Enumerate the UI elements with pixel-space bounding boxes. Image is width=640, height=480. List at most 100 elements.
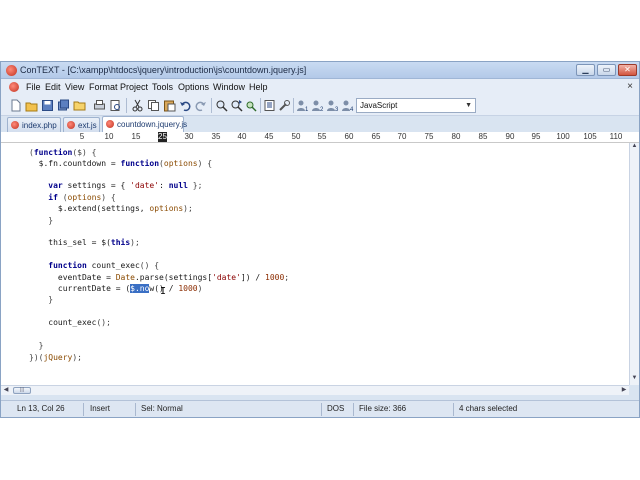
scroll-down-icon[interactable]: ▼ — [630, 375, 639, 385]
code-line-6: $.extend(settings, options); — [29, 204, 193, 213]
ruler-number: 80 — [451, 132, 461, 141]
menu-window[interactable]: Window — [213, 82, 245, 92]
vertical-scrollbar[interactable]: ▲ ▼ — [629, 143, 639, 385]
close-button[interactable]: ✕ — [618, 64, 637, 76]
screen-top-band — [0, 0, 640, 61]
user-command-3-icon[interactable]: 3 — [326, 99, 339, 112]
save-all-icon[interactable] — [57, 99, 70, 112]
code-editor[interactable]: (function($) { $.fn.countdown = function… — [1, 143, 629, 385]
ruler-number: 50 — [291, 132, 301, 141]
toolbar-separator — [126, 98, 127, 113]
menu-tools[interactable]: Tools — [152, 82, 173, 92]
svg-text:3: 3 — [335, 107, 339, 112]
cut-icon[interactable] — [131, 99, 144, 112]
menu-help[interactable]: Help — [249, 82, 268, 92]
tab-countdown-jquery-js[interactable]: countdown.jquery.js — [102, 116, 187, 132]
svg-text:2: 2 — [320, 107, 324, 112]
scroll-up-icon[interactable]: ▲ — [630, 143, 639, 153]
screen-bottom-band — [0, 418, 640, 480]
menu-file[interactable]: File — [26, 82, 41, 92]
text-cursor-icon: I — [160, 286, 167, 297]
code-line-16: count_exec(); — [29, 318, 111, 327]
ruler-number: 60 — [344, 132, 354, 141]
code-line-11: function count_exec() { — [48, 261, 160, 270]
minimize-button[interactable]: ▁ — [576, 64, 595, 76]
ruler-number: 70 — [397, 132, 407, 141]
status-separator — [453, 403, 454, 416]
toolbar-separator — [211, 98, 212, 113]
ruler-number: 35 — [211, 132, 221, 141]
tools-icon[interactable] — [278, 99, 291, 112]
code-line-2: $.fn.countdown = function(options) { — [29, 159, 213, 168]
menu-edit[interactable]: Edit — [45, 82, 61, 92]
file-icon — [11, 121, 19, 129]
language-select-value: JavaScript — [360, 101, 398, 110]
ruler-number: 15 — [131, 132, 141, 141]
indent-icon[interactable] — [263, 99, 276, 112]
document-close-icon[interactable]: × — [627, 81, 633, 92]
svg-text:4: 4 — [350, 107, 354, 112]
find-next-icon[interactable] — [230, 99, 243, 112]
code-line-4: var settings = { 'date': null }; — [48, 181, 203, 190]
code-line-18: } — [29, 341, 44, 350]
ruler-caret-marker: 25 — [158, 132, 167, 142]
ruler-number: 5 — [79, 132, 85, 141]
file-icon — [106, 120, 114, 128]
ruler-number: 100 — [556, 132, 570, 141]
scroll-left-icon[interactable]: ◀ — [1, 386, 11, 395]
tab-label: index.php — [22, 121, 57, 130]
menu-project[interactable]: Project — [120, 82, 148, 92]
menu-options[interactable]: Options — [178, 82, 209, 92]
tab-bar: index.php ext.js countdown.jquery.js — [1, 116, 639, 132]
selection-mode[interactable]: Sel: Normal — [141, 404, 183, 413]
folder-icon[interactable] — [73, 99, 86, 112]
column-ruler: 5 10 15 20 25 30 35 40 45 50 55 60 65 70… — [1, 132, 639, 143]
code-line-9: this_sel = $(this); — [29, 238, 140, 247]
redo-icon[interactable] — [194, 99, 207, 112]
ruler-number: 65 — [371, 132, 381, 141]
user-command-4-icon[interactable]: 4 — [341, 99, 354, 112]
code-line-14: } — [29, 295, 54, 304]
line-endings: DOS — [327, 404, 345, 413]
selected-text[interactable]: $.no — [130, 284, 150, 293]
horizontal-scrollbar[interactable]: ◀ ||| ▶ — [1, 385, 629, 395]
code-line-19: })(jQuery); — [29, 353, 82, 362]
app-logo-icon — [6, 65, 17, 76]
tab-label: ext.js — [78, 121, 97, 130]
maximize-button[interactable]: ▭ — [597, 64, 616, 76]
status-separator — [135, 403, 136, 416]
tab-ext-js[interactable]: ext.js — [63, 117, 100, 132]
dropdown-arrow-icon: ▼ — [465, 102, 472, 109]
scrollbar-thumb[interactable]: ||| — [13, 387, 31, 394]
new-file-icon[interactable] — [9, 99, 22, 112]
find-icon[interactable] — [215, 99, 228, 112]
open-file-icon[interactable] — [25, 99, 38, 112]
ruler-number: 90 — [505, 132, 515, 141]
menu-format[interactable]: Format — [89, 82, 118, 92]
editor-gutter[interactable] — [1, 143, 23, 385]
cursor-position: Ln 13, Col 26 — [17, 404, 65, 413]
user-command-2-icon[interactable]: 2 — [311, 99, 324, 112]
ruler-number: 75 — [424, 132, 434, 141]
language-select[interactable]: JavaScript ▼ — [356, 98, 476, 113]
replace-icon[interactable] — [245, 99, 258, 112]
document-menu-icon[interactable] — [9, 82, 19, 92]
print-preview-icon[interactable] — [109, 99, 122, 112]
tab-index-php[interactable]: index.php — [7, 117, 61, 132]
ruler-number: 30 — [184, 132, 194, 141]
scroll-right-icon[interactable]: ▶ — [619, 386, 629, 395]
menu-bar: File Edit View Format Project Tools Opti… — [1, 79, 639, 95]
status-separator — [83, 403, 84, 416]
user-command-1-icon[interactable]: 1 — [296, 99, 309, 112]
save-icon[interactable] — [41, 99, 54, 112]
toolbar-separator — [293, 98, 294, 113]
undo-icon[interactable] — [179, 99, 192, 112]
title-bar[interactable]: ConTEXT - [C:\xampp\htdocs\jquery\introd… — [1, 62, 639, 79]
code-line-7: } — [29, 216, 54, 225]
insert-mode[interactable]: Insert — [90, 404, 110, 413]
file-icon — [67, 121, 75, 129]
paste-icon[interactable] — [163, 99, 176, 112]
menu-view[interactable]: View — [65, 82, 84, 92]
print-icon[interactable] — [93, 99, 106, 112]
copy-icon[interactable] — [147, 99, 160, 112]
